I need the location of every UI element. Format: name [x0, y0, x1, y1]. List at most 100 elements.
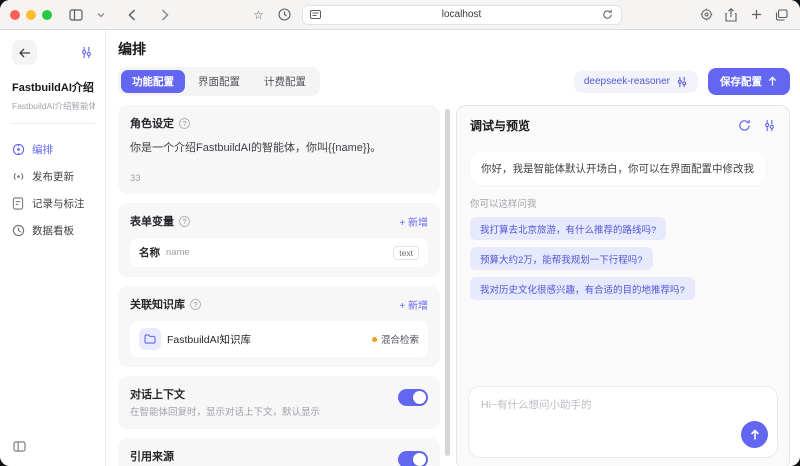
knowledge-base-name: FastbuildAI知识库	[167, 332, 251, 347]
browser-sidebar-icon[interactable]	[67, 6, 85, 24]
document-icon	[12, 197, 25, 210]
close-window-button[interactable]	[10, 10, 20, 20]
sidebar-item-publish[interactable]: 发布更新	[12, 163, 95, 190]
sidebar-item-orchestrate[interactable]: 编排	[12, 136, 95, 163]
debug-preview-panel: 调试与预览 你好，我是智能体默认开场白，你可以在界面配置中修改我	[456, 105, 790, 466]
folder-icon	[139, 328, 161, 350]
agent-settings-sliders-icon[interactable]	[77, 44, 95, 62]
preview-title: 调试与预览	[470, 117, 530, 134]
add-knowledge-button[interactable]: + 新增	[399, 297, 428, 312]
minimize-window-button[interactable]	[26, 10, 36, 20]
sidebar-item-label: 数据看板	[32, 223, 74, 238]
role-setting-card: 角色设定 你是一个介绍FastbuildAI的智能体，你叫{{name}}。 3…	[118, 105, 440, 194]
save-config-button[interactable]: 保存配置	[708, 68, 790, 95]
orchestrate-icon	[12, 143, 25, 156]
citation-toggle[interactable]	[398, 451, 428, 466]
tab-billing-config[interactable]: 计费配置	[253, 70, 317, 93]
context-toggle-title: 对话上下文	[130, 386, 388, 402]
knowledge-row[interactable]: FastbuildAI知识库 混合检索	[130, 321, 428, 357]
clock-chart-icon	[12, 224, 25, 237]
collapse-sidebar-icon[interactable]	[13, 439, 26, 457]
welcome-message: 你好，我是智能体默认开场白，你可以在界面配置中修改我	[470, 152, 765, 185]
role-prompt-textarea[interactable]: 你是一个介绍FastbuildAI的智能体，你叫{{name}}。	[130, 140, 428, 157]
variable-key: name	[166, 247, 190, 258]
page-title: 编排	[118, 39, 790, 59]
toolbar: 功能配置 界面配置 计费配置 deepseek-reasoner 保存配置	[118, 67, 790, 96]
agent-subtitle: FastbuildAI介绍智能体	[12, 100, 95, 112]
retrieval-status-dot	[372, 337, 377, 342]
reader-page-icon[interactable]	[310, 6, 322, 24]
context-toggle-card: 对话上下文 在智能体回复时，显示对话上下文，默认显示	[118, 376, 440, 429]
bookmark-star-icon[interactable]: ☆	[250, 6, 268, 24]
refresh-icon[interactable]	[738, 119, 751, 132]
back-button[interactable]	[12, 40, 37, 65]
model-selector[interactable]: deepseek-reasoner	[574, 71, 698, 93]
page-settings-icon[interactable]	[697, 6, 715, 24]
new-tab-icon[interactable]	[747, 6, 765, 24]
tab-interface-config[interactable]: 界面配置	[187, 70, 251, 93]
history-clock-icon[interactable]	[276, 6, 294, 24]
divider	[12, 123, 95, 124]
browser-toolbar: ☆ localhost	[0, 0, 800, 30]
send-arrow-icon	[749, 429, 761, 441]
help-icon[interactable]	[190, 299, 201, 310]
zoom-window-button[interactable]	[42, 10, 52, 20]
chat-input[interactable]	[469, 387, 777, 457]
content-area: 角色设定 你是一个介绍FastbuildAI的智能体，你叫{{name}}。 3…	[118, 105, 790, 466]
variable-name: 名称	[139, 245, 160, 260]
context-toggle[interactable]	[398, 389, 428, 406]
agent-title: FastbuildAI介绍	[12, 79, 95, 95]
config-scrollbar[interactable]	[445, 109, 450, 456]
back-icon[interactable]	[123, 6, 141, 24]
knowledge-base-title: 关联知识库	[130, 296, 185, 312]
config-column: 角色设定 你是一个介绍FastbuildAI的智能体，你叫{{name}}。 3…	[118, 105, 440, 466]
reload-icon[interactable]	[602, 6, 614, 24]
suggestion-pill[interactable]: 预算大约2万，能帮我规划一下行程吗?	[470, 247, 653, 270]
address-bar-area: ☆ localhost	[181, 5, 690, 25]
sidebar-item-records[interactable]: 记录与标注	[12, 190, 95, 217]
send-button[interactable]	[741, 421, 768, 448]
add-variable-button[interactable]: + 新增	[399, 214, 428, 229]
tab-function-config[interactable]: 功能配置	[121, 70, 185, 93]
share-icon[interactable]	[722, 6, 740, 24]
sidebar-item-label: 发布更新	[32, 169, 74, 184]
sidebar-item-label: 编排	[32, 142, 53, 157]
model-sliders-icon	[676, 76, 688, 88]
role-setting-title: 角色设定	[130, 115, 174, 131]
char-count: 33	[130, 173, 428, 184]
window-controls	[10, 10, 52, 20]
variable-type-badge: text	[393, 246, 419, 260]
url-field[interactable]: localhost	[302, 5, 622, 25]
citation-toggle-card: 引用来源 当回答引用了文档后，可查看回答对应的文档来源	[118, 438, 440, 466]
form-variables-card: 表单变量 + 新增 名称 name text	[118, 203, 440, 277]
url-text: localhost	[322, 9, 602, 20]
chat-input-box	[468, 386, 778, 458]
knowledge-base-card: 关联知识库 + 新增 FastbuildAI知识库 混合检索	[118, 286, 440, 367]
preview-settings-sliders-icon[interactable]	[763, 119, 776, 132]
suggestion-pill[interactable]: 我对历史文化很感兴趣，有合适的目的地推荐吗?	[470, 277, 695, 300]
agent-sidebar: FastbuildAI介绍 FastbuildAI介绍智能体 编排 发布更新 记	[0, 30, 106, 466]
suggestion-pill[interactable]: 我打算去北京旅游，有什么推荐的路线吗?	[470, 217, 666, 240]
retrieval-mode-label: 混合检索	[381, 332, 419, 346]
upload-arrow-icon	[767, 76, 778, 87]
tab-overview-icon[interactable]	[772, 6, 790, 24]
citation-toggle-title: 引用来源	[130, 448, 388, 464]
save-config-label: 保存配置	[720, 74, 762, 89]
help-icon[interactable]	[179, 216, 190, 227]
chevron-down-icon[interactable]	[92, 6, 110, 24]
model-name: deepseek-reasoner	[584, 76, 670, 87]
browser-window: ☆ localhost	[0, 0, 800, 466]
sidebar-item-dashboard[interactable]: 数据看板	[12, 217, 95, 244]
form-variables-title: 表单变量	[130, 213, 174, 229]
chat-area: 你好，我是智能体默认开场白，你可以在界面配置中修改我 你可以这样问我 我打算去北…	[457, 140, 789, 378]
config-tab-group: 功能配置 界面配置 计费配置	[118, 67, 320, 96]
main-content: 编排 功能配置 界面配置 计费配置 deepseek-reasoner 保存配置	[106, 30, 800, 466]
broadcast-icon	[12, 170, 25, 183]
help-icon[interactable]	[179, 118, 190, 129]
variable-row[interactable]: 名称 name text	[130, 238, 428, 267]
sidebar-item-label: 记录与标注	[32, 196, 85, 211]
app-root: FastbuildAI介绍 FastbuildAI介绍智能体 编排 发布更新 记	[0, 30, 800, 466]
retrieval-mode: 混合检索	[372, 332, 419, 346]
context-toggle-desc: 在智能体回复时，显示对话上下文，默认显示	[130, 406, 388, 419]
forward-icon[interactable]	[156, 6, 174, 24]
